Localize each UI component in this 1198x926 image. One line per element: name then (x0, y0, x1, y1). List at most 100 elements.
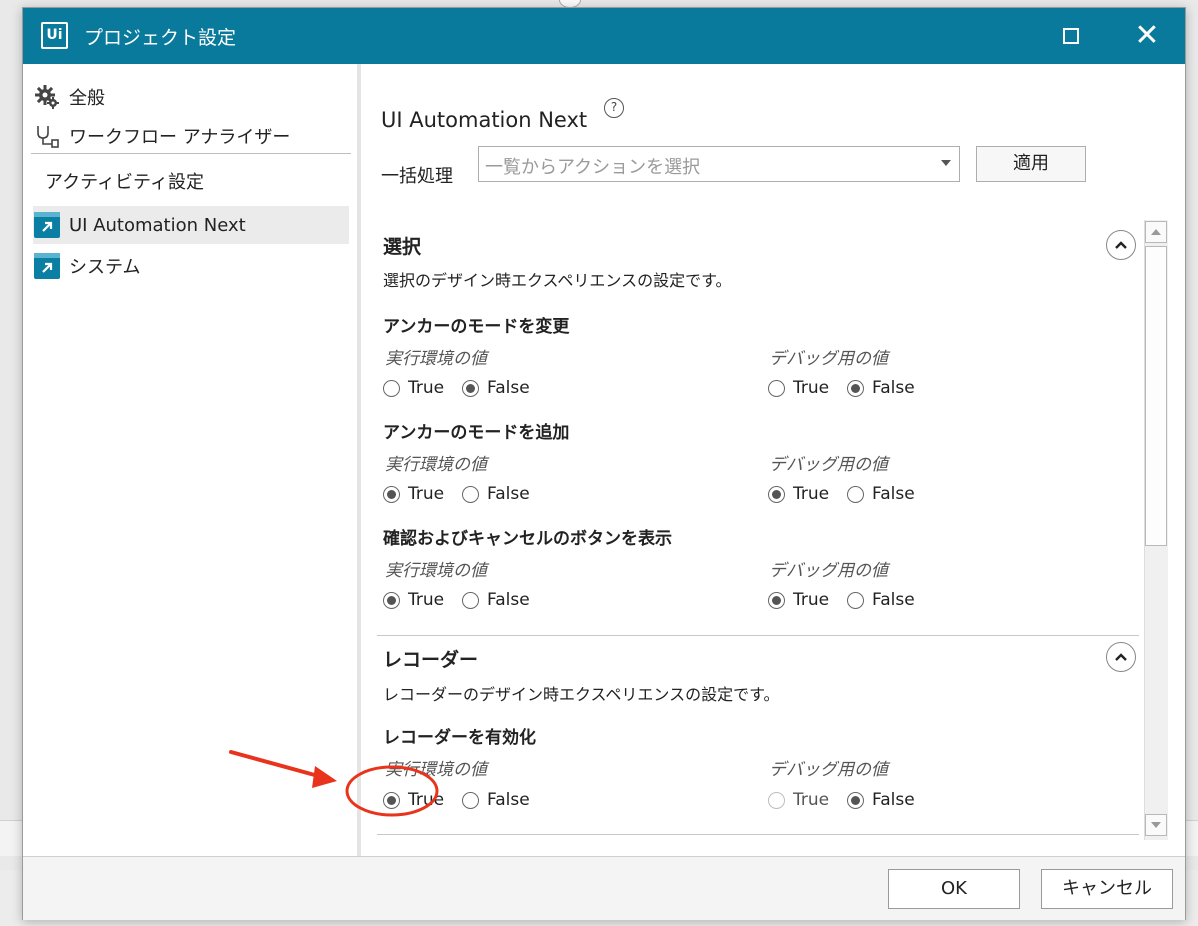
sidebar: 全般 ワークフロー アナライザー アクティビティ設定 UI Automation… (23, 64, 357, 856)
ui-automation-package-icon (33, 211, 61, 239)
radio-circle (383, 791, 400, 809)
sidebar-item-label: 全般 (69, 88, 105, 109)
sidebar-item-label: ワークフロー アナライザー (69, 127, 291, 148)
debug-true-radio[interactable]: True (768, 790, 829, 810)
setting-name-show-confirm-cancel: 確認およびキャンセルのボタンを表示 (383, 529, 672, 549)
collapse-recorder-button[interactable] (1106, 642, 1136, 672)
gear-icon (33, 83, 61, 111)
debug-true-radio[interactable]: True (768, 590, 829, 610)
debug-false-radio[interactable]: False (847, 378, 915, 398)
radio-circle (462, 379, 479, 397)
runtime-value-label: 実行環境の値 (385, 760, 487, 780)
section-description: レコーダーのデザイン時エクスペリエンスの設定です。 (383, 685, 780, 704)
sidebar-item-label: システム (69, 257, 141, 278)
system-package-icon (33, 252, 61, 280)
debug-false-radio[interactable]: False (847, 590, 915, 610)
radio-label: True (793, 790, 830, 810)
debug-false-radio[interactable]: False (847, 790, 915, 810)
section-divider (377, 834, 1139, 835)
runtime-true-radio[interactable]: True (383, 378, 444, 398)
runtime-false-radio[interactable]: False (462, 378, 530, 398)
runtime-value-label: 実行環境の値 (385, 349, 487, 369)
radio-label: False (487, 590, 530, 610)
title-bar[interactable]: Ui プロジェクト設定 ✕ (23, 8, 1185, 64)
radio-label: False (872, 590, 915, 610)
scroll-up-button[interactable] (1145, 221, 1167, 243)
chevron-up-icon (1115, 241, 1127, 249)
radio-circle (847, 379, 864, 397)
runtime-false-radio[interactable]: False (462, 484, 530, 504)
radio-circle (768, 791, 785, 809)
radio-circle (462, 791, 479, 809)
maximize-icon (1063, 28, 1079, 44)
settings-panel: UI Automation Next ? 一括処理 一覧からアクションを選択 適… (361, 64, 1185, 856)
radio-label: True (408, 790, 445, 810)
radio-label: False (487, 378, 530, 398)
chevron-up-icon (1115, 653, 1127, 661)
radio-circle (847, 485, 864, 503)
radio-label: False (872, 378, 915, 398)
setting-name-add-anchor-mode: アンカーのモードを追加 (383, 423, 570, 443)
radio-circle (768, 591, 785, 609)
radio-circle (383, 379, 400, 397)
runtime-value-label: 実行環境の値 (385, 455, 487, 475)
debug-true-radio[interactable]: True (768, 484, 829, 504)
scroll-thumb[interactable] (1145, 246, 1167, 546)
radio-circle (847, 591, 864, 609)
dialog-footer: OK キャンセル (23, 856, 1185, 920)
sidebar-item-general[interactable]: 全般 (33, 78, 349, 116)
debug-false-radio[interactable]: False (847, 484, 915, 504)
debug-value-label: デバッグ用の値 (769, 349, 888, 369)
section-title-selection: 選択 (383, 236, 422, 258)
bulk-action-label: 一括処理 (381, 166, 453, 187)
sidebar-item-label: UI Automation Next (69, 214, 246, 236)
project-settings-dialog: Ui プロジェクト設定 ✕ 全般 ワークフロー アナライザー アクティビティ設定… (22, 7, 1186, 920)
debug-value-label: デバッグ用の値 (769, 760, 888, 780)
radio-circle (383, 591, 400, 609)
radio-circle (383, 485, 400, 503)
radio-label: True (408, 378, 445, 398)
runtime-false-radio[interactable]: False (462, 590, 530, 610)
close-button[interactable]: ✕ (1127, 16, 1167, 56)
radio-label: True (408, 590, 445, 610)
runtime-true-radio[interactable]: True (383, 590, 444, 610)
radio-label: True (793, 484, 830, 504)
radio-label: False (872, 790, 915, 810)
radio-label: True (793, 590, 830, 610)
section-divider (377, 635, 1139, 636)
radio-circle (847, 791, 864, 809)
radio-label: False (487, 790, 530, 810)
ok-button[interactable]: OK (888, 869, 1020, 909)
maximize-button[interactable] (1051, 16, 1091, 56)
sidebar-divider (31, 153, 351, 154)
setting-name-change-anchor-mode: アンカーのモードを変更 (383, 317, 570, 337)
runtime-true-radio[interactable]: True (383, 790, 444, 810)
page-title: UI Automation Next (381, 108, 588, 132)
radio-label: True (793, 378, 830, 398)
collapse-selection-button[interactable] (1106, 230, 1136, 260)
radio-circle (462, 485, 479, 503)
bulk-action-placeholder: 一覧からアクションを選択 (485, 157, 701, 178)
sidebar-item-system[interactable]: システム (33, 247, 349, 285)
sidebar-item-ui-automation-next[interactable]: UI Automation Next (33, 206, 349, 244)
chevron-down-icon (941, 160, 951, 166)
help-icon[interactable]: ? (604, 98, 624, 118)
apply-button[interactable]: 適用 (976, 146, 1086, 182)
window-title: プロジェクト設定 (84, 27, 237, 49)
workflow-analyzer-icon (33, 122, 61, 150)
debug-true-radio[interactable]: True (768, 378, 829, 398)
scroll-down-button[interactable] (1145, 814, 1167, 836)
uipath-logo-icon: Ui (41, 22, 68, 49)
setting-name-enable-recorder: レコーダーを有効化 (383, 728, 536, 748)
radio-circle (462, 591, 479, 609)
radio-label: True (408, 484, 445, 504)
bulk-action-dropdown[interactable]: 一覧からアクションを選択 (478, 146, 960, 182)
runtime-true-radio[interactable]: True (383, 484, 444, 504)
runtime-false-radio[interactable]: False (462, 790, 530, 810)
section-title-recorder: レコーダー (383, 649, 479, 671)
sidebar-item-workflow-analyzer[interactable]: ワークフロー アナライザー (33, 117, 349, 155)
radio-label: False (487, 484, 530, 504)
cancel-button[interactable]: キャンセル (1041, 869, 1173, 909)
radio-circle (768, 485, 785, 503)
radio-circle (768, 379, 785, 397)
